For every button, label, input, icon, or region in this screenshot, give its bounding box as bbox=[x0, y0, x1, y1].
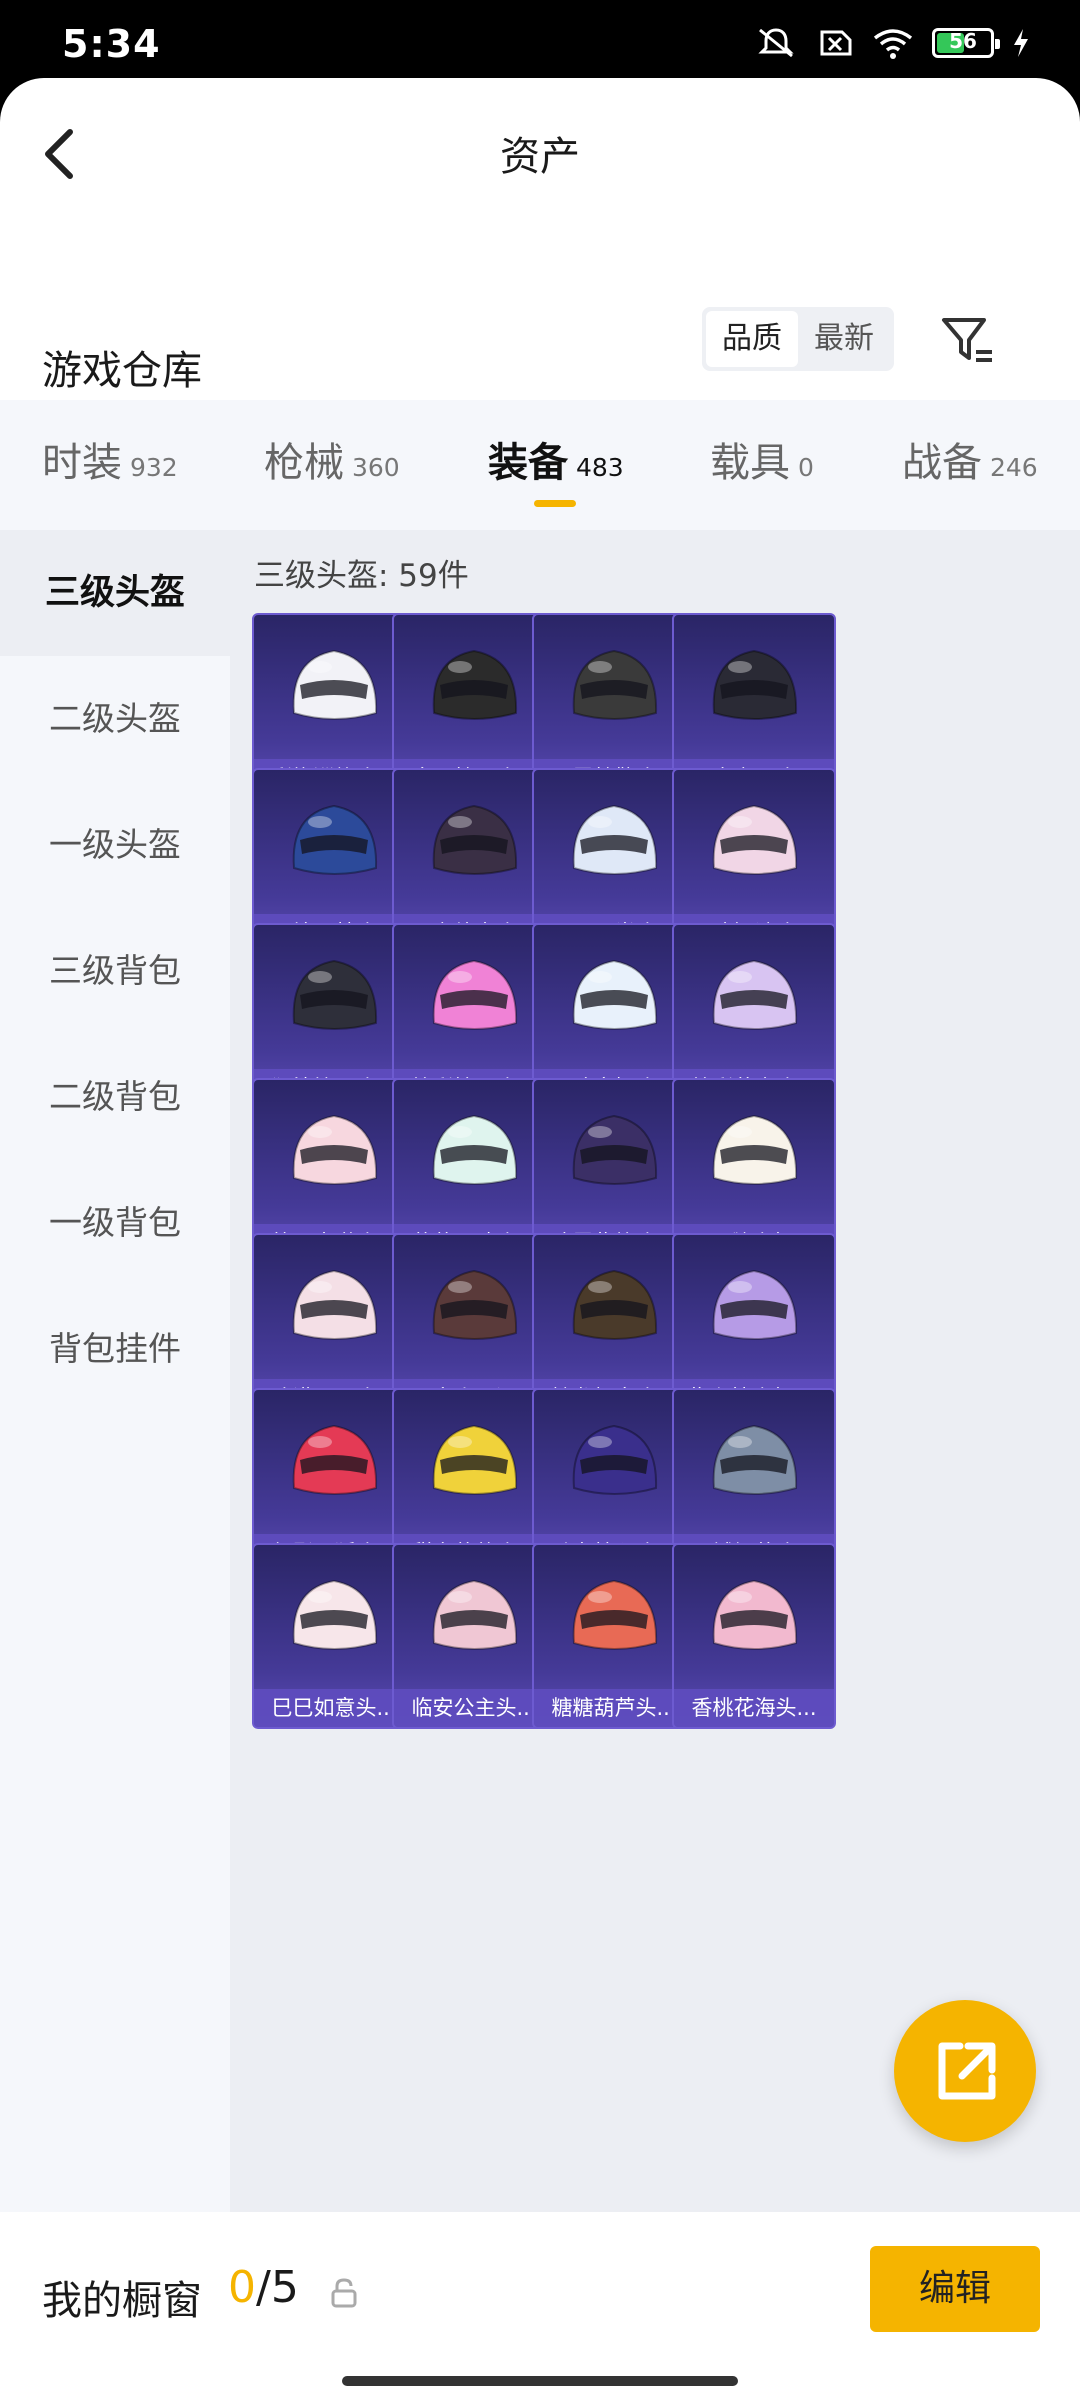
active-tab-indicator bbox=[534, 500, 576, 507]
tab-count: 360 bbox=[352, 453, 400, 482]
helmet-icon bbox=[712, 804, 798, 875]
helmet-icon bbox=[292, 649, 378, 720]
item-name: 巳巳如意头... bbox=[254, 1689, 414, 1727]
sidebar-item-backpack-charm[interactable]: 背包挂件 bbox=[0, 1286, 230, 1412]
item-name: 临安公主头... bbox=[394, 1689, 554, 1727]
status-bar: 5:34 56 bbox=[0, 0, 1080, 78]
showcase-count: 0/5 bbox=[228, 2262, 299, 2313]
helmet-icon bbox=[572, 649, 658, 720]
tab-label: 枪械 bbox=[264, 440, 344, 486]
tab-label: 时装 bbox=[42, 440, 122, 486]
sidebar-item-level3-backpack[interactable]: 三级背包 bbox=[0, 908, 230, 1034]
sidebar-item-level1-backpack[interactable]: 一级背包 bbox=[0, 1160, 230, 1286]
helmet-icon bbox=[712, 1579, 798, 1650]
no-sim-icon bbox=[820, 30, 852, 56]
filter-icon[interactable] bbox=[938, 312, 998, 372]
edit-button[interactable]: 编辑 bbox=[870, 2246, 1040, 2332]
helmet-icon bbox=[292, 1269, 378, 1340]
helmet-icon bbox=[572, 804, 658, 875]
helmet-icon bbox=[712, 1114, 798, 1185]
tab-count: 483 bbox=[576, 453, 624, 482]
tab-guns[interactable]: 枪械 360 bbox=[264, 430, 400, 488]
helmet-icon bbox=[432, 1269, 518, 1340]
helmet-icon bbox=[572, 959, 658, 1030]
external-link-icon bbox=[938, 2042, 996, 2100]
tab-fashion[interactable]: 时装 932 bbox=[42, 430, 178, 488]
item-card[interactable]: 香桃花海头... bbox=[672, 1543, 836, 1729]
helmet-icon bbox=[292, 1424, 378, 1495]
helmet-icon bbox=[292, 1579, 378, 1650]
sidebar-item-level2-helmet[interactable]: 二级头盔 bbox=[0, 656, 230, 782]
wifi-icon bbox=[873, 29, 913, 59]
tab-count: 0 bbox=[798, 453, 814, 482]
tab-label: 装备 bbox=[488, 440, 568, 486]
helmet-icon bbox=[572, 1424, 658, 1495]
item-name: 香桃花海头... bbox=[674, 1689, 834, 1727]
status-icons: 56 bbox=[756, 26, 1030, 60]
lock-icon bbox=[331, 2278, 357, 2308]
helmet-icon bbox=[712, 1269, 798, 1340]
mute-icon bbox=[758, 28, 794, 58]
showcase-total: /5 bbox=[256, 2262, 299, 2313]
section-title: 三级头盔: 59件 bbox=[254, 558, 469, 594]
helmet-icon bbox=[572, 1579, 658, 1650]
warehouse-title: 游戏仓库 bbox=[42, 348, 202, 394]
tab-label: 战备 bbox=[902, 440, 982, 486]
status-time: 5:34 bbox=[62, 22, 161, 66]
sort-toggle: 品质 最新 bbox=[702, 307, 894, 371]
helmet-icon bbox=[292, 1114, 378, 1185]
helmet-icon bbox=[432, 804, 518, 875]
helmet-icon bbox=[432, 959, 518, 1030]
helmet-icon bbox=[432, 1114, 518, 1185]
helmet-icon bbox=[432, 1424, 518, 1495]
item-name: 糖糖葫芦头... bbox=[534, 1689, 694, 1727]
page-title: 资产 bbox=[500, 134, 580, 180]
showcase-title: 我的橱窗 bbox=[42, 2278, 202, 2324]
helmet-icon bbox=[712, 959, 798, 1030]
showcase-bar: 我的橱窗 0/5 编辑 bbox=[0, 2212, 1080, 2400]
helmet-icon bbox=[572, 1269, 658, 1340]
header: 资产 bbox=[0, 78, 1080, 228]
charging-icon bbox=[1014, 29, 1028, 57]
tab-label: 载具 bbox=[710, 440, 790, 486]
subcategory-sidebar: 三级头盔 二级头盔 一级头盔 三级背包 二级背包 一级背包 背包挂件 bbox=[0, 530, 230, 2290]
share-button[interactable] bbox=[894, 2000, 1036, 2142]
battery-percent: 56 bbox=[949, 29, 977, 53]
sidebar-item-level3-helmet[interactable]: 三级头盔 bbox=[0, 530, 230, 656]
tab-count: 246 bbox=[990, 453, 1038, 482]
helmet-icon bbox=[712, 1424, 798, 1495]
sidebar-item-level1-helmet[interactable]: 一级头盔 bbox=[0, 782, 230, 908]
home-indicator bbox=[342, 2376, 738, 2386]
showcase-current: 0 bbox=[228, 2262, 256, 2313]
tab-equipment[interactable]: 装备 483 bbox=[488, 430, 624, 488]
assets-page: 资产 游戏仓库 品质 最新 时装 932 枪械 360 装备 483 载具 0 … bbox=[0, 78, 1080, 2400]
tab-vehicles[interactable]: 载具 0 bbox=[710, 430, 814, 488]
helmet-icon bbox=[432, 649, 518, 720]
helmet-icon bbox=[292, 959, 378, 1030]
category-tabs: 时装 932 枪械 360 装备 483 载具 0 战备 246 bbox=[0, 400, 1080, 530]
sidebar-item-level2-backpack[interactable]: 二级背包 bbox=[0, 1034, 230, 1160]
helmet-icon bbox=[292, 804, 378, 875]
sort-quality-button[interactable]: 品质 bbox=[706, 311, 798, 367]
battery-icon: 56 bbox=[932, 28, 1000, 58]
tab-count: 932 bbox=[130, 453, 178, 482]
helmet-icon bbox=[432, 1579, 518, 1650]
helmet-icon bbox=[572, 1114, 658, 1185]
tab-gear[interactable]: 战备 246 bbox=[902, 430, 1038, 488]
sort-newest-button[interactable]: 最新 bbox=[798, 311, 890, 367]
helmet-icon bbox=[712, 649, 798, 720]
